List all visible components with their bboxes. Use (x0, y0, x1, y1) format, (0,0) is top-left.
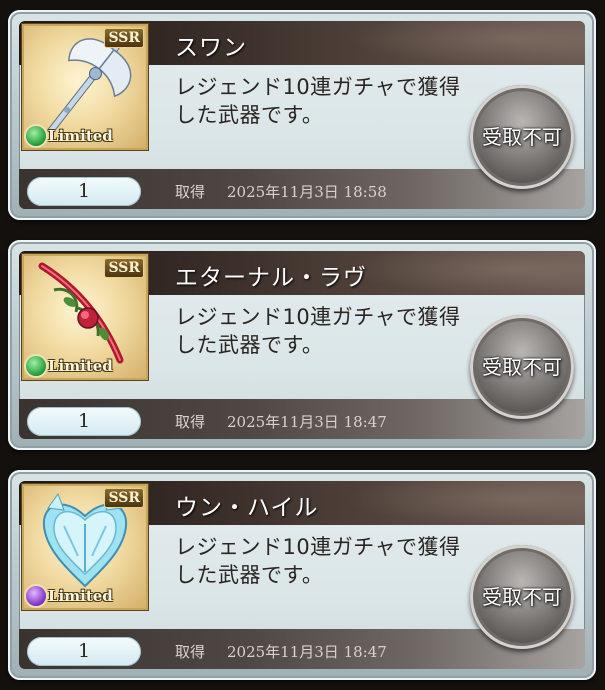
limited-label: Limited (48, 357, 113, 375)
dark-element-icon (26, 586, 46, 606)
weapon-thumbnail[interactable]: SSR Limited (22, 24, 148, 150)
weapon-thumbnail[interactable]: SSR Limited (22, 484, 148, 610)
item-name: ウン・ハイル (175, 495, 319, 521)
present-card: 1 取得 2025年11月3日 18:58 スワン レジェンド10連ガチャで獲得… (8, 10, 596, 220)
item-description: レジェンド10連ガチャで獲得した武器です。 (175, 75, 461, 127)
wind-element-icon (26, 356, 46, 376)
limited-label: Limited (48, 127, 113, 145)
acquired-label: 取得 (175, 183, 206, 201)
rarity-badge: SSR (104, 488, 144, 508)
present-list: 1 取得 2025年11月3日 18:58 スワン レジェンド10連ガチャで獲得… (0, 0, 605, 690)
weapon-thumbnail[interactable]: SSR Limited (22, 254, 148, 380)
present-card-inner: 1 取得 2025年11月3日 18:47 エターナル・ラヴ レジェンド10連ガ… (19, 251, 585, 439)
acquired-datetime: 2025年11月3日 18:47 (227, 643, 387, 661)
receive-button[interactable]: 受取不可 (470, 545, 574, 649)
limited-label: Limited (48, 587, 113, 605)
acquired-label: 取得 (175, 413, 206, 431)
item-name: エターナル・ラヴ (175, 265, 367, 291)
item-description: レジェンド10連ガチャで獲得した武器です。 (175, 535, 461, 587)
item-name: スワン (175, 35, 247, 61)
acquired-datetime: 2025年11月3日 18:47 (227, 413, 387, 431)
acquired-label: 取得 (175, 643, 206, 661)
rarity-badge: SSR (104, 28, 144, 48)
receive-button[interactable]: 受取不可 (470, 85, 574, 189)
wind-element-icon (26, 126, 46, 146)
present-card: 1 取得 2025年11月3日 18:47 エターナル・ラヴ レジェンド10連ガ… (8, 240, 596, 450)
present-card-inner: 1 取得 2025年11月3日 18:47 ウン・ハイル レジェンド10連ガチャ… (19, 481, 585, 669)
present-card-inner: 1 取得 2025年11月3日 18:58 スワン レジェンド10連ガチャで獲得… (19, 21, 585, 209)
quantity-badge: 1 (27, 407, 141, 436)
present-card: 1 取得 2025年11月3日 18:47 ウン・ハイル レジェンド10連ガチャ… (8, 470, 596, 680)
receive-button[interactable]: 受取不可 (470, 315, 574, 419)
acquired-datetime: 2025年11月3日 18:58 (227, 183, 387, 201)
quantity-badge: 1 (27, 177, 141, 206)
quantity-badge: 1 (27, 637, 141, 666)
rarity-badge: SSR (104, 258, 144, 278)
item-description: レジェンド10連ガチャで獲得した武器です。 (175, 305, 461, 357)
